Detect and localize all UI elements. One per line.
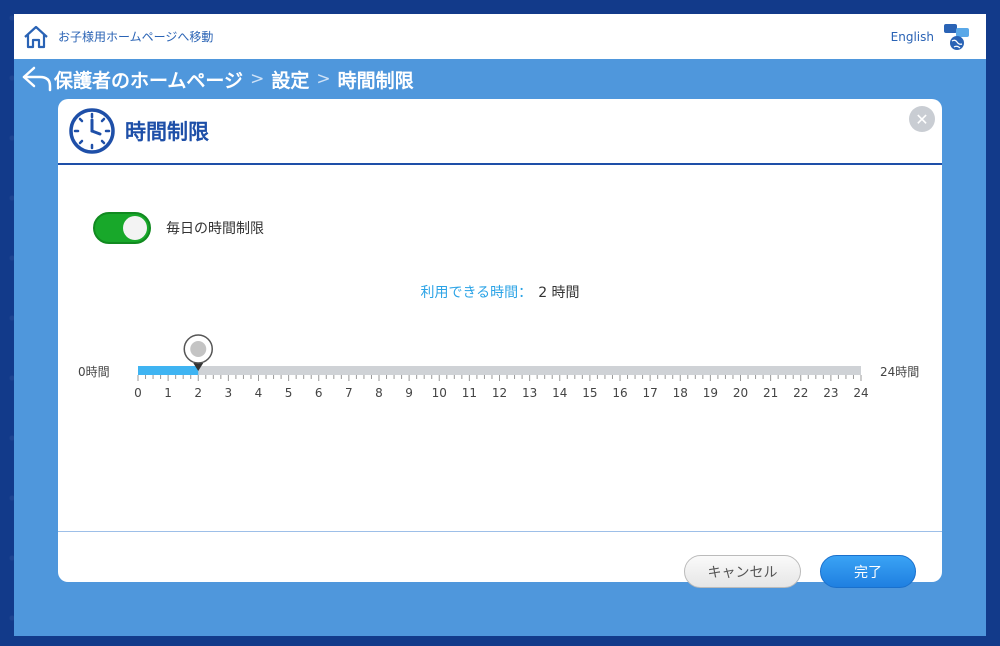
breadcrumb-settings[interactable]: 設定 xyxy=(271,66,309,93)
slider-tick-label: 22 xyxy=(793,386,808,400)
breadcrumb-separator: > xyxy=(316,69,331,89)
available-time: 利用できる時間： 2 時間 xyxy=(58,282,942,302)
slider-tick-label: 11 xyxy=(462,386,477,400)
time-slider-graphic: 0 1 2 3 4 5 6 7 8 9 10 11 12 13 14 15 16 17 18 19 20 21 22 23 24 xyxy=(134,334,869,400)
slider-tick-label: 23 xyxy=(823,386,838,400)
slider-tick-label: 5 xyxy=(285,386,293,400)
back-arrow-icon[interactable] xyxy=(20,64,54,94)
slider-tick-label: 10 xyxy=(432,386,447,400)
footer-divider xyxy=(58,531,942,532)
slider-tick-label: 1 xyxy=(164,386,172,400)
cancel-button[interactable]: キャンセル xyxy=(684,555,801,588)
slider-tick-label: 6 xyxy=(315,386,323,400)
available-time-value: 2 時間 xyxy=(538,285,580,301)
dialog-header: 時間制限 xyxy=(58,99,942,165)
home-icon xyxy=(24,25,48,48)
language-switch[interactable]: English xyxy=(891,22,972,52)
top-bar: お子様用ホームページへ移動 English xyxy=(14,14,986,59)
slider-tick-label: 24 xyxy=(853,386,868,400)
slider-tick-label: 17 xyxy=(642,386,657,400)
slider-tick-label: 7 xyxy=(345,386,353,400)
done-button[interactable]: 完了 xyxy=(820,555,916,588)
slider-tick-label: 4 xyxy=(255,386,263,400)
slider-tick-label: 9 xyxy=(405,386,413,400)
breadcrumb-current: 時間制限 xyxy=(337,69,414,92)
slider-tick-label: 21 xyxy=(763,386,778,400)
slider-track[interactable] xyxy=(138,366,861,375)
close-button[interactable]: ✕ xyxy=(909,106,935,132)
toggle-knob xyxy=(123,216,147,240)
slider-handle-dot xyxy=(190,341,207,357)
slider-tick-label: 0 xyxy=(134,386,142,400)
slider-tick-label: 14 xyxy=(552,386,567,400)
slider-tick-label: 13 xyxy=(522,386,537,400)
slider-tick-label: 16 xyxy=(612,386,627,400)
breadcrumb: 保護者のホームページ > 設定 > 時間制限 xyxy=(20,64,414,94)
dialog-title: 時間制限 xyxy=(125,120,209,144)
time-slider[interactable]: 0 1 2 3 4 5 6 7 8 9 10 11 12 13 14 15 16 17 18 19 20 21 22 23 24 xyxy=(58,327,942,407)
slider-tick-label: 8 xyxy=(375,386,383,400)
slider-tick-label: 15 xyxy=(582,386,597,400)
slider-fill xyxy=(138,366,199,375)
slider-tick-label: 20 xyxy=(733,386,748,400)
daily-limit-toggle[interactable] xyxy=(93,212,151,244)
breadcrumb-separator: > xyxy=(250,69,265,89)
available-time-label: 利用できる時間： xyxy=(420,285,533,301)
app-frame: お子様用ホームページへ移動 English 保護者のホームページ > 設定 > … xyxy=(14,14,986,636)
language-label: English xyxy=(890,30,934,44)
daily-limit-label: 毎日の時間制限 xyxy=(166,221,264,237)
globe-chat-icon xyxy=(944,24,969,50)
clock-icon xyxy=(69,108,115,154)
slider-tick-label: 3 xyxy=(225,386,233,400)
time-limit-dialog: 時間制限 ✕ 毎日の時間制限 利用できる時間： 2 時間 0時間 24時間 012… xyxy=(58,99,942,588)
slider-tick-label: 2 xyxy=(194,386,202,400)
kids-home-link[interactable]: お子様用ホームページへ移動 xyxy=(22,23,213,51)
kids-home-link-label: お子様用ホームページへ移動 xyxy=(58,30,214,44)
breadcrumb-parent-home[interactable]: 保護者のホームページ xyxy=(54,66,243,93)
slider-tick-label: 18 xyxy=(673,386,688,400)
slider-tick-label: 19 xyxy=(703,386,718,400)
slider-tick-label: 12 xyxy=(492,386,507,400)
